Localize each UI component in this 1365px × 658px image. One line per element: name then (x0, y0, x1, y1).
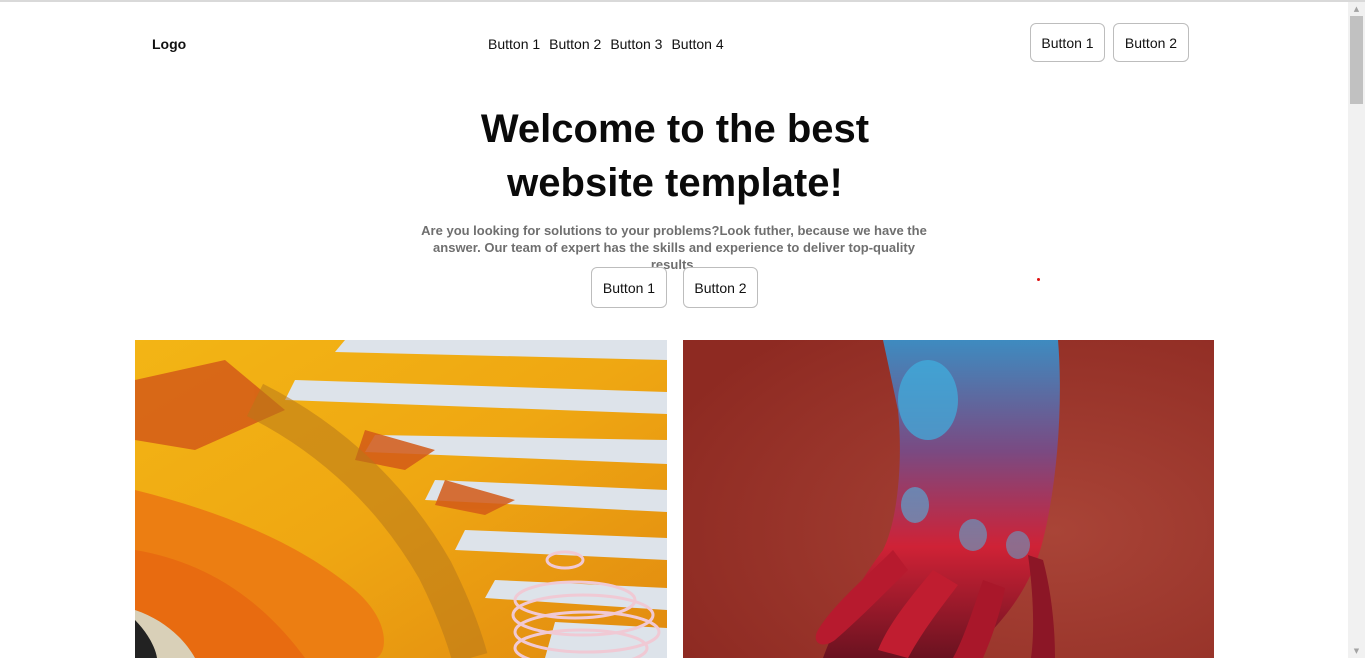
header-button-2[interactable]: Button 2 (1113, 23, 1189, 62)
logo[interactable]: Logo (152, 36, 186, 52)
nav-link-button-3[interactable]: Button 3 (610, 36, 662, 52)
hero-button-1[interactable]: Button 1 (591, 267, 667, 308)
hand-photo-image (683, 340, 1214, 658)
nav-link-button-2[interactable]: Button 2 (549, 36, 601, 52)
scrollbar-thumb[interactable] (1350, 16, 1363, 104)
main-nav: Button 1 Button 2 Button 3 Button 4 (488, 36, 724, 52)
nav-link-button-4[interactable]: Button 4 (671, 36, 723, 52)
hero-subtitle-line-2: answer. Our team of expert has the skill… (433, 240, 915, 272)
hero-subtitle: Are you looking for solutions to your pr… (418, 222, 930, 273)
red-dot (1037, 278, 1040, 281)
hero-title-line-2: website template! (507, 161, 843, 205)
scroll-up-icon[interactable]: ▲ (1348, 2, 1365, 16)
abstract-paint-image (135, 340, 667, 658)
hero-button-2[interactable]: Button 2 (683, 267, 758, 308)
top-border (0, 0, 1365, 2)
hero-title-line-1: Welcome to the best (480, 107, 870, 151)
hero-title: Welcome to the best website template! (420, 102, 930, 210)
nav-link-button-1[interactable]: Button 1 (488, 36, 540, 52)
hero-subtitle-line-1: Are you looking for solutions to your pr… (421, 223, 927, 238)
page: Logo Button 1 Button 2 Button 3 Button 4… (0, 0, 1365, 658)
vertical-scrollbar[interactable]: ▲ ▼ (1348, 2, 1365, 658)
scroll-down-icon[interactable]: ▼ (1348, 644, 1365, 658)
header-button-1[interactable]: Button 1 (1030, 23, 1105, 62)
